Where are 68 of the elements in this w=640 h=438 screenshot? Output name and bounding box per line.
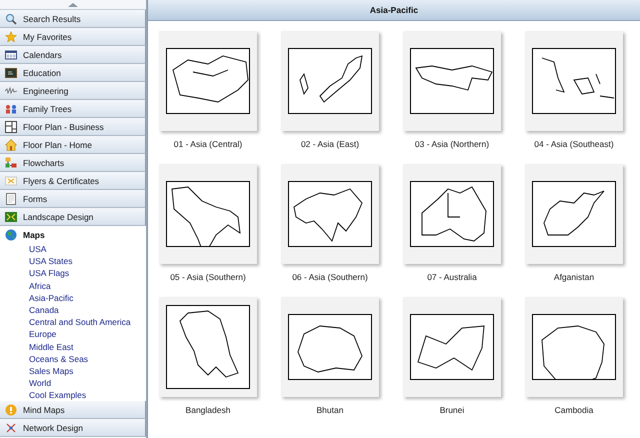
category-bar[interactable]: Calendars: [0, 46, 146, 64]
subcategory-link[interactable]: Oceans & Seas: [0, 352, 146, 365]
network-icon: [5, 422, 17, 434]
category-bar[interactable]: My Favorites: [0, 28, 146, 46]
subcategory-link[interactable]: USA Flags: [0, 267, 146, 280]
category-bar[interactable]: Floor Plan - Business: [0, 118, 146, 136]
template-thumbnail[interactable]: [525, 164, 623, 264]
template-label[interactable]: 02 - Asia (East): [300, 139, 360, 150]
house-icon: [5, 138, 17, 150]
category-bar[interactable]: Engineering: [0, 82, 146, 100]
subcategory-link[interactable]: USA States: [0, 255, 146, 268]
category-bar[interactable]: Search Results: [0, 10, 146, 28]
template-thumbnail[interactable]: [525, 31, 623, 131]
template-label[interactable]: Bhutan: [316, 405, 344, 416]
landscape-icon: [5, 210, 17, 222]
subcategory-link[interactable]: Africa: [0, 280, 146, 292]
category-bar[interactable]: Floor Plan - Home: [0, 136, 146, 154]
search-icon: [5, 12, 17, 24]
template-label[interactable]: 05 - Asia (Southern): [170, 272, 246, 283]
floor-plan-icon: [5, 120, 17, 132]
chalkboard-icon: [5, 66, 17, 78]
collapse-arrow-icon[interactable]: [68, 2, 78, 6]
people-icon: [5, 102, 17, 114]
certificate-icon: [5, 174, 17, 186]
form-icon: [5, 192, 17, 204]
template-thumbnail[interactable]: [525, 297, 623, 397]
category-bar[interactable]: Network Design: [0, 419, 146, 438]
subcategory-link[interactable]: Asia-Pacific: [0, 292, 146, 304]
subcategory-link[interactable]: World: [0, 377, 146, 390]
category-bar[interactable]: Flowcharts: [0, 154, 146, 172]
subcategory-link[interactable]: Middle East: [0, 340, 146, 353]
wave-icon: [5, 84, 17, 96]
category-bar[interactable]: Family Trees: [0, 100, 146, 118]
star-icon: [5, 30, 17, 42]
globe-icon: [5, 228, 17, 240]
template-thumbnail[interactable]: [403, 31, 501, 131]
subcategory-link[interactable]: Sales Maps: [0, 364, 146, 378]
template-label[interactable]: Brunei: [440, 405, 464, 416]
template-label[interactable]: Afganistan: [554, 272, 594, 283]
subcategory-link[interactable]: Cool Examples: [0, 389, 146, 402]
template-label[interactable]: 07 - Australia: [427, 272, 477, 283]
template-thumbnail[interactable]: [403, 164, 501, 264]
template-thumbnail[interactable]: [159, 164, 257, 264]
category-header[interactable]: Maps: [0, 226, 146, 243]
category-bar[interactable]: Forms: [0, 190, 146, 208]
gallery-title: Asia-Pacific: [148, 0, 640, 21]
template-thumbnail[interactable]: [281, 297, 379, 397]
template-thumbnail[interactable]: [403, 297, 501, 397]
subcategory-link[interactable]: Central and South America: [0, 316, 146, 328]
calendar-icon: [5, 48, 17, 60]
template-label[interactable]: 03 - Asia (Northern): [414, 139, 490, 150]
template-label[interactable]: 01 - Asia (Central): [174, 139, 242, 150]
template-thumbnail[interactable]: [281, 164, 379, 264]
template-label[interactable]: 04 - Asia (Southeast): [534, 139, 614, 150]
flowchart-icon: [5, 156, 17, 168]
category-bar[interactable]: Landscape Design: [0, 208, 146, 226]
category-bar[interactable]: Flyers & Certificates: [0, 172, 146, 190]
template-thumbnail[interactable]: [159, 31, 257, 131]
subcategory-link[interactable]: Europe: [0, 328, 146, 340]
template-label[interactable]: 06 - Asia (Southern): [292, 272, 368, 283]
template-label[interactable]: Bangladesh: [186, 405, 230, 416]
subcategory-link[interactable]: Canada: [0, 304, 146, 316]
template-label[interactable]: Cambodia: [554, 405, 594, 416]
template-thumbnail[interactable]: [159, 297, 257, 397]
category-bar[interactable]: Education: [0, 64, 146, 82]
template-thumbnail[interactable]: [281, 31, 379, 131]
subcategory-link[interactable]: USA: [0, 243, 146, 256]
category-bar[interactable]: Mind Maps: [0, 401, 146, 420]
